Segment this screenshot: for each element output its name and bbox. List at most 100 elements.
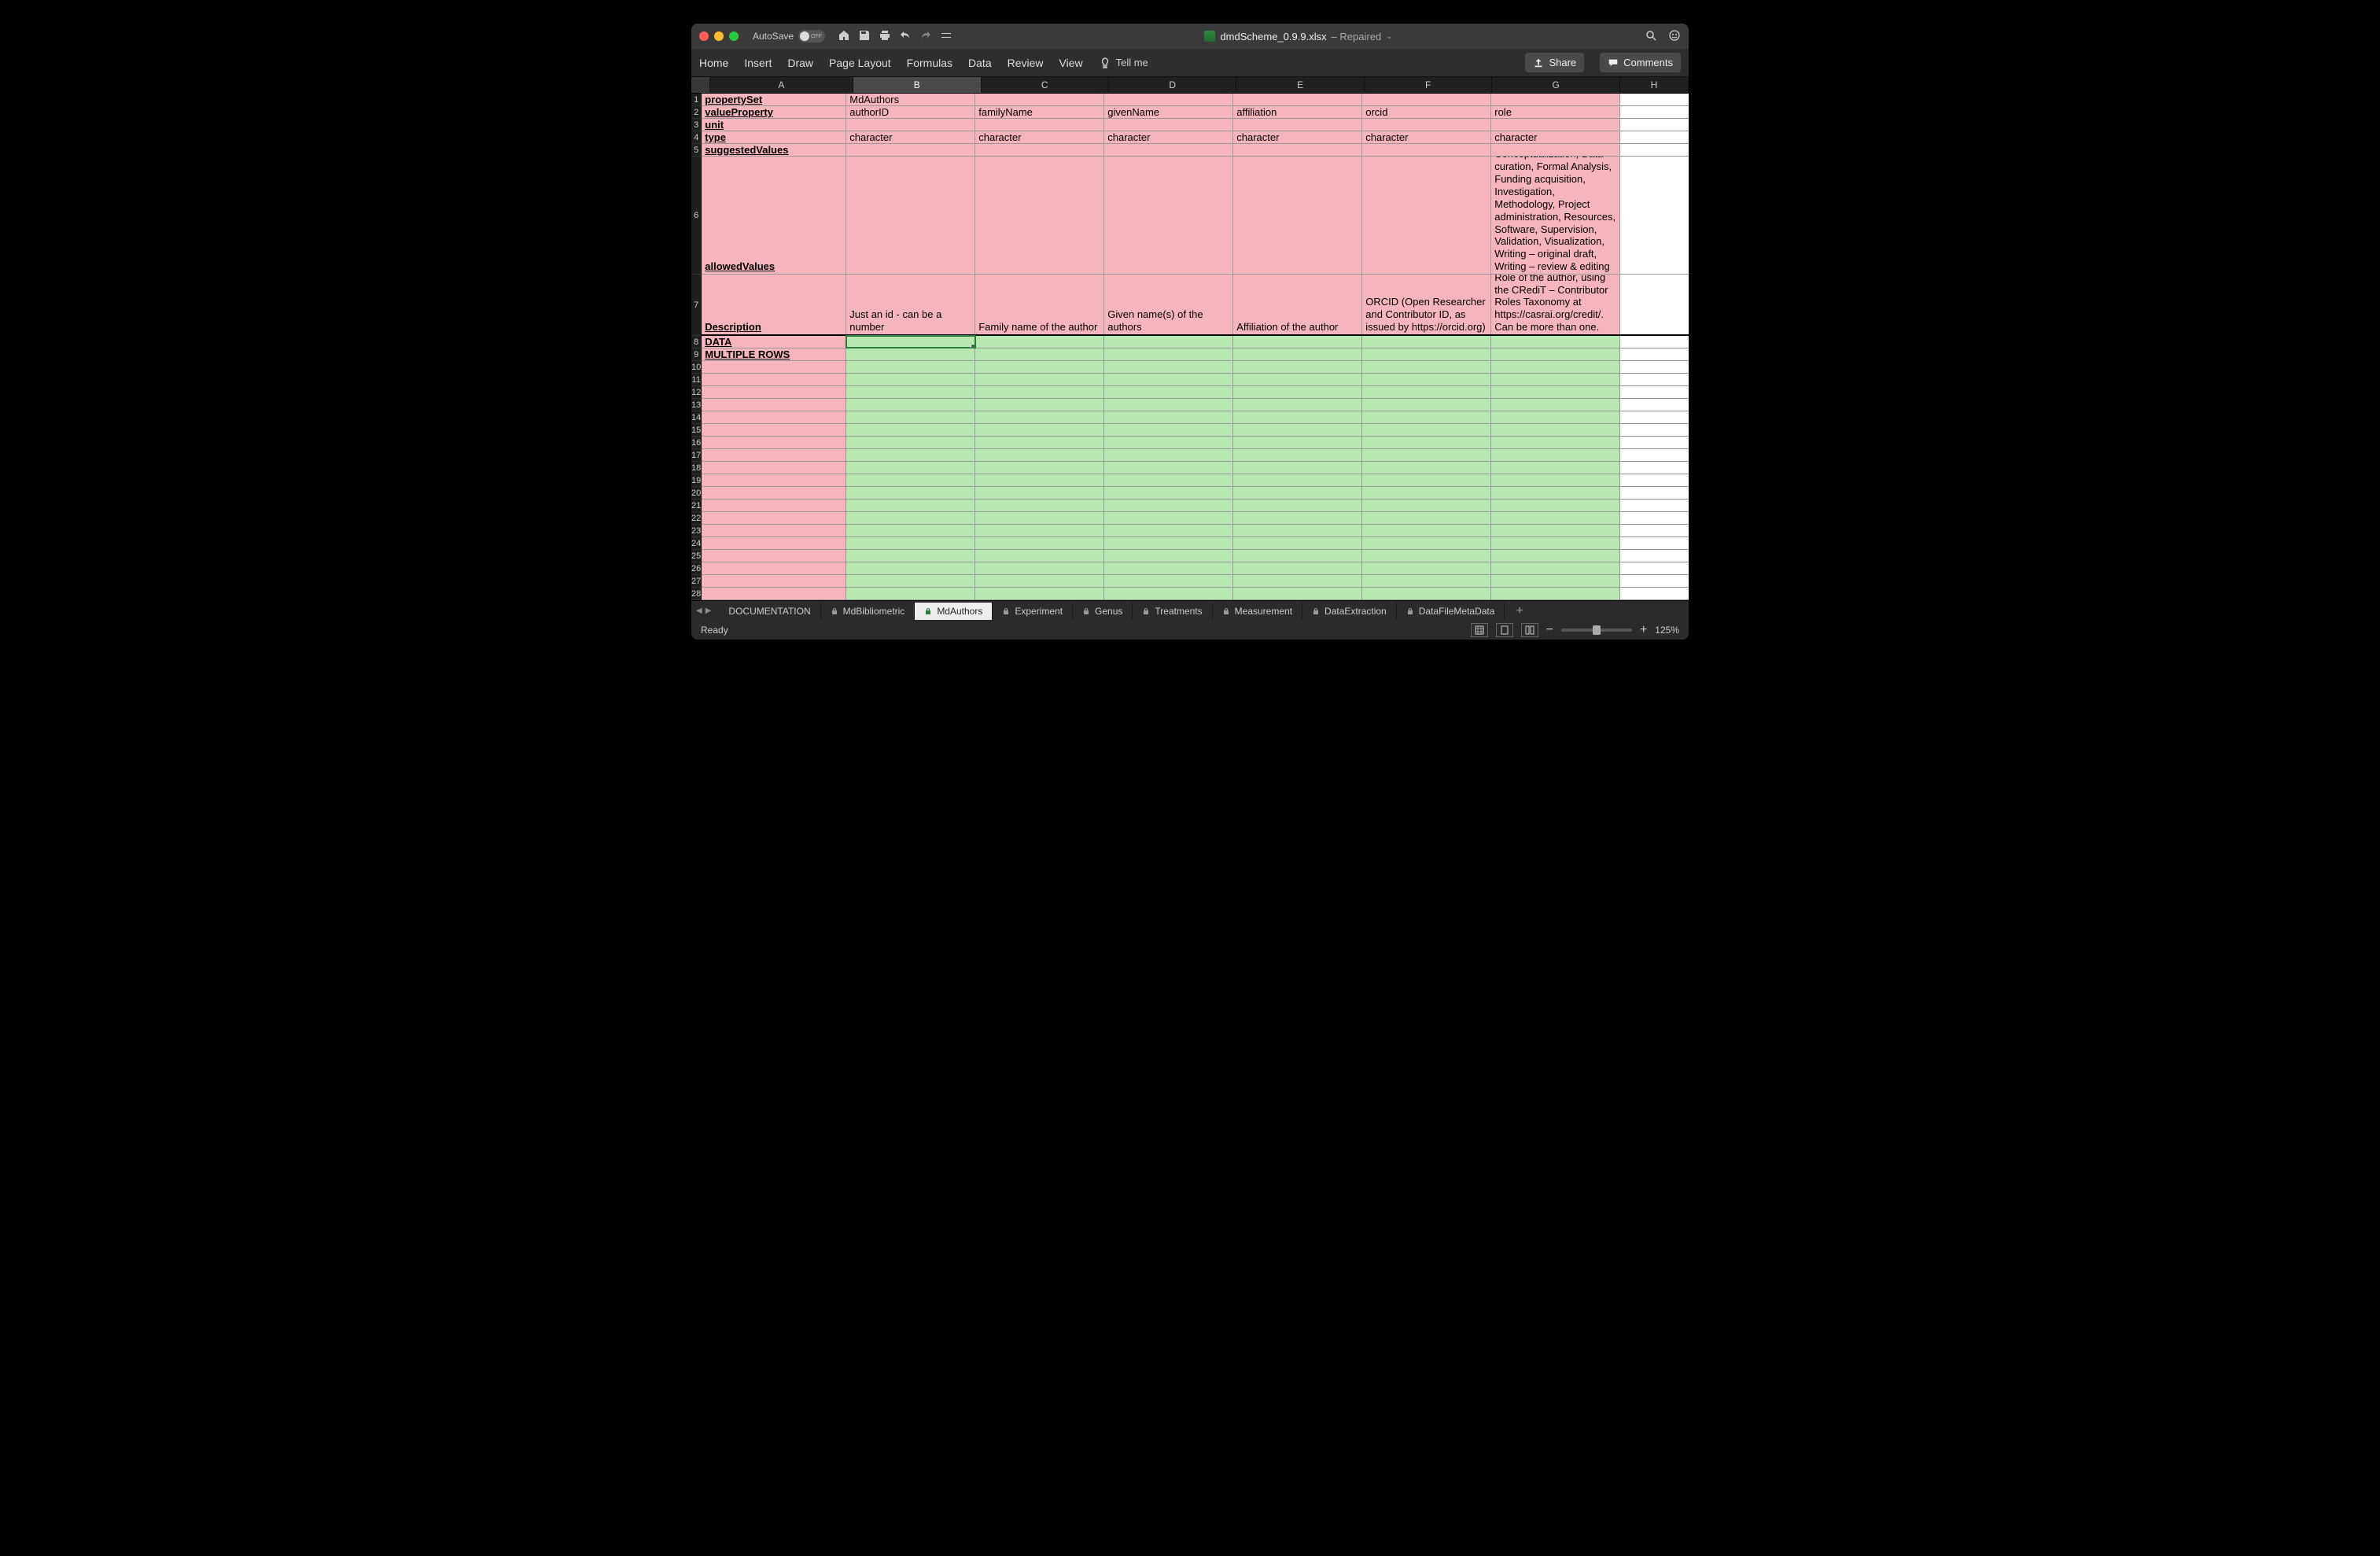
comments-button[interactable]: Comments	[1600, 53, 1681, 72]
cell[interactable]	[1620, 474, 1689, 486]
cell[interactable]	[846, 575, 975, 587]
cell[interactable]	[1104, 500, 1233, 511]
cell[interactable]	[846, 550, 975, 562]
column-header-h[interactable]: H	[1620, 77, 1689, 93]
cell[interactable]	[846, 537, 975, 549]
cell[interactable]	[1491, 512, 1620, 524]
cell[interactable]	[1362, 562, 1491, 574]
autosave-switch[interactable]: OFF	[798, 30, 825, 42]
cell[interactable]	[1104, 588, 1233, 599]
cell[interactable]	[975, 575, 1104, 587]
cell[interactable]	[1362, 361, 1491, 373]
row-header[interactable]: 16	[691, 437, 702, 449]
customize-qat-icon[interactable]	[940, 29, 952, 44]
cell[interactable]	[1362, 462, 1491, 474]
cell[interactable]	[1620, 336, 1689, 348]
home-icon[interactable]	[838, 29, 850, 44]
cell[interactable]	[975, 512, 1104, 524]
row-header[interactable]: 14	[691, 411, 702, 424]
cell[interactable]: Given name(s) of the authors	[1104, 275, 1233, 334]
cell[interactable]	[702, 437, 846, 448]
cell[interactable]	[1362, 94, 1491, 105]
ribbon-tab-data[interactable]: Data	[968, 57, 992, 69]
zoom-out-button[interactable]: −	[1546, 623, 1553, 637]
cell[interactable]	[1233, 424, 1362, 436]
cell[interactable]	[1233, 474, 1362, 486]
row-header[interactable]: 18	[691, 462, 702, 474]
cell[interactable]	[1491, 562, 1620, 574]
cell[interactable]	[1362, 474, 1491, 486]
cell[interactable]	[702, 361, 846, 373]
ribbon-tab-formulas[interactable]: Formulas	[907, 57, 952, 69]
cell[interactable]	[1620, 361, 1689, 373]
cell[interactable]	[975, 386, 1104, 398]
cell[interactable]	[1620, 525, 1689, 536]
cell[interactable]	[1362, 144, 1491, 156]
print-icon[interactable]	[879, 29, 891, 44]
cell[interactable]	[1362, 550, 1491, 562]
chevron-down-icon[interactable]: ⌄	[1386, 32, 1392, 41]
cell[interactable]	[975, 588, 1104, 599]
cell[interactable]: character	[1233, 131, 1362, 143]
cell[interactable]	[1491, 386, 1620, 398]
cell[interactable]	[846, 348, 975, 360]
cell[interactable]: character	[1362, 131, 1491, 143]
cell[interactable]	[1491, 411, 1620, 423]
cell[interactable]	[1362, 411, 1491, 423]
cell[interactable]	[975, 550, 1104, 562]
cell[interactable]	[1233, 437, 1362, 448]
cell[interactable]	[1233, 411, 1362, 423]
cell[interactable]	[1104, 525, 1233, 536]
sheet-tab[interactable]: DataExtraction	[1302, 603, 1397, 620]
cell[interactable]	[1620, 512, 1689, 524]
cell[interactable]	[846, 462, 975, 474]
column-header-f[interactable]: F	[1365, 77, 1492, 93]
sheet-tab[interactable]: Measurement	[1213, 603, 1302, 620]
cell[interactable]	[1104, 399, 1233, 411]
cell[interactable]: unit	[702, 119, 846, 131]
cell[interactable]	[1104, 562, 1233, 574]
cell[interactable]	[1620, 374, 1689, 385]
cell[interactable]	[1233, 144, 1362, 156]
ribbon-tab-insert[interactable]: Insert	[744, 57, 772, 69]
undo-icon[interactable]	[899, 29, 912, 44]
cell[interactable]	[1620, 562, 1689, 574]
cell[interactable]	[1233, 336, 1362, 348]
cell[interactable]	[1233, 588, 1362, 599]
cell[interactable]	[1104, 157, 1233, 274]
cell[interactable]	[1620, 537, 1689, 549]
cell[interactable]	[975, 94, 1104, 105]
cell[interactable]	[846, 157, 975, 274]
row-header[interactable]: 11	[691, 374, 702, 386]
normal-view-button[interactable]	[1471, 623, 1488, 637]
cell[interactable]	[1104, 462, 1233, 474]
cell[interactable]	[975, 487, 1104, 499]
cell[interactable]	[1491, 537, 1620, 549]
cell[interactable]	[1362, 374, 1491, 385]
zoom-in-button[interactable]: +	[1640, 623, 1647, 637]
cell[interactable]	[846, 386, 975, 398]
column-header-a[interactable]: A	[710, 77, 853, 93]
cell[interactable]: propertySet	[702, 94, 846, 105]
cell[interactable]	[1491, 449, 1620, 461]
close-window-button[interactable]	[699, 31, 709, 41]
share-button[interactable]: Share	[1525, 53, 1584, 72]
column-header-d[interactable]: D	[1109, 77, 1236, 93]
cell[interactable]	[1620, 500, 1689, 511]
cell[interactable]	[1233, 550, 1362, 562]
cell[interactable]	[1620, 348, 1689, 360]
row-header[interactable]: 9	[691, 348, 702, 361]
cell[interactable]	[846, 399, 975, 411]
cell[interactable]	[1233, 562, 1362, 574]
cell[interactable]: MdAuthors	[846, 94, 975, 105]
cell[interactable]	[1620, 462, 1689, 474]
cell[interactable]	[1620, 144, 1689, 156]
cell[interactable]	[1362, 437, 1491, 448]
cell[interactable]: affiliation	[1233, 106, 1362, 118]
cell[interactable]: DATA	[702, 336, 846, 348]
cell[interactable]	[1620, 437, 1689, 448]
cell[interactable]	[1233, 525, 1362, 536]
cell[interactable]	[702, 588, 846, 599]
row-header[interactable]: 7	[691, 275, 702, 336]
cell[interactable]	[1491, 144, 1620, 156]
